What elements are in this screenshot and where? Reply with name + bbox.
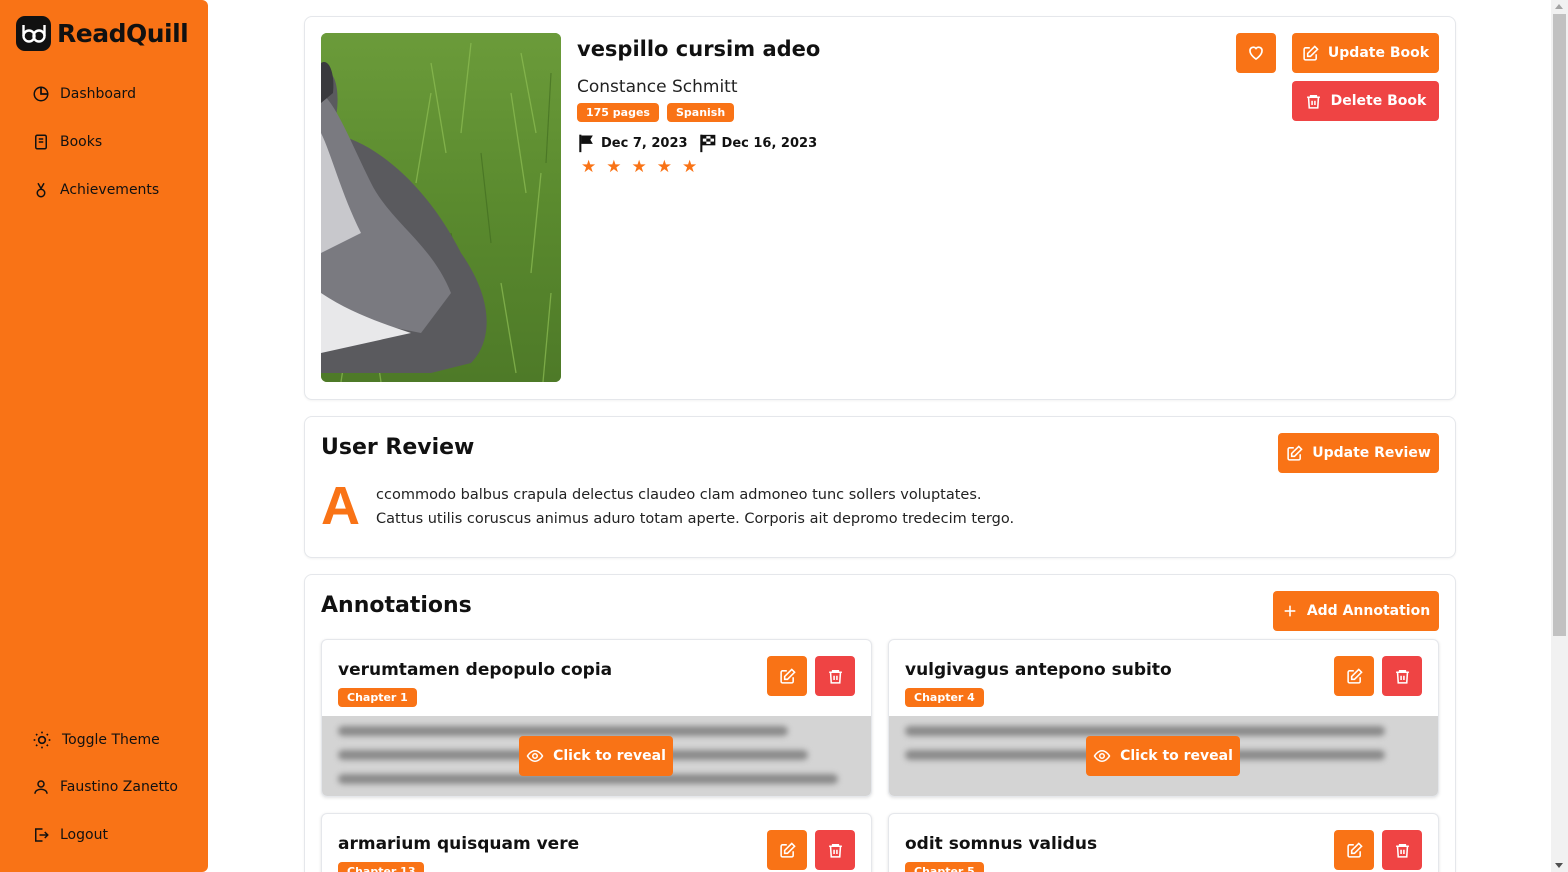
logout-icon	[35, 828, 49, 842]
trash-icon	[828, 843, 842, 858]
page-scrollbar[interactable]	[1551, 0, 1568, 872]
trash-icon	[828, 669, 842, 684]
sidebar-item-achievements[interactable]: Achievements	[32, 181, 159, 199]
chapter-badge: Chapter 4	[905, 688, 984, 707]
pie-chart-icon	[33, 86, 49, 102]
edit-icon	[1287, 444, 1303, 461]
reading-dates: Dec 7, 2023 Dec 16, 2023	[577, 133, 817, 153]
user-name: Faustino Zanetto	[60, 779, 178, 795]
annotations-card: Annotations Add Annotation verumtamen de…	[304, 574, 1456, 872]
reveal-annotation-button[interactable]: Click to reveal	[1086, 736, 1240, 776]
add-annotation-button[interactable]: Add Annotation	[1273, 591, 1439, 631]
user-profile[interactable]: Faustino Zanetto	[32, 778, 178, 796]
annotation-card: verumtamen depopulo copia Chapter 1 Clic…	[321, 639, 872, 797]
annotation-title: armarium quisquam vere	[338, 834, 580, 854]
annotation-card: armarium quisquam vere Chapter 13	[321, 813, 872, 872]
finish-date: Dec 16, 2023	[721, 135, 818, 151]
book-details-card: vespillo cursim adeo Constance Schmitt 1…	[304, 16, 1456, 400]
plus-icon	[1284, 605, 1296, 617]
medal-icon	[36, 182, 46, 198]
annotation-card: vulgivagus antepono subito Chapter 4 Cli…	[888, 639, 1439, 797]
annotations-section-title: Annotations	[321, 593, 472, 618]
user-icon	[34, 780, 48, 794]
edit-annotation-button[interactable]	[1334, 656, 1374, 696]
delete-annotation-button[interactable]	[815, 830, 855, 870]
sidebar-item-dashboard[interactable]: Dashboard	[32, 85, 136, 103]
delete-annotation-button[interactable]	[1382, 830, 1422, 870]
hidden-annotation-content: Click to reveal	[889, 716, 1438, 796]
chapter-badge: Chapter 5	[905, 862, 984, 872]
scrollbar-thumb[interactable]	[1553, 14, 1566, 636]
chapter-badge: Chapter 13	[338, 862, 425, 872]
sidebar-item-label: Achievements	[60, 182, 160, 198]
trash-icon	[1395, 843, 1409, 858]
annotation-title: vulgivagus antepono subito	[905, 660, 1172, 680]
delete-annotation-button[interactable]	[815, 656, 855, 696]
pages-badge: 175 pages	[577, 103, 659, 122]
logout-label: Logout	[60, 827, 108, 843]
flag-icon	[579, 134, 593, 153]
sidebar: ReadQuill Dashboard Books Achievements T…	[0, 0, 208, 872]
star-icon: ★	[682, 157, 698, 177]
edit-icon	[779, 841, 796, 858]
annotation-card: odit somnus validus Chapter 5	[888, 813, 1439, 872]
edit-icon	[1346, 667, 1363, 684]
book-author: Constance Schmitt	[577, 77, 738, 97]
star-icon: ★	[656, 157, 672, 177]
book-badges: 175 pages Spanish	[577, 103, 735, 122]
rating-stars: ★ ★ ★ ★ ★	[581, 157, 697, 177]
review-line: Cattus utilis coruscus animus aduro tota…	[376, 511, 1015, 527]
edit-icon	[779, 667, 796, 684]
edit-annotation-button[interactable]	[1334, 830, 1374, 870]
reveal-annotation-button[interactable]: Click to reveal	[519, 736, 673, 776]
trash-icon	[1306, 94, 1320, 109]
delete-annotation-button[interactable]	[1382, 656, 1422, 696]
language-badge: Spanish	[666, 103, 735, 122]
star-icon: ★	[631, 157, 647, 177]
update-book-button[interactable]: Update Book	[1292, 33, 1439, 73]
update-review-button[interactable]: Update Review	[1278, 433, 1439, 473]
sidebar-item-books[interactable]: Books	[32, 133, 102, 151]
star-icon: ★	[606, 157, 622, 177]
annotation-title: odit somnus validus	[905, 834, 1098, 854]
edit-annotation-button[interactable]	[767, 830, 807, 870]
annotation-title: verumtamen depopulo copia	[338, 660, 613, 680]
book-cover-image	[321, 33, 561, 382]
logout-button[interactable]: Logout	[32, 826, 108, 844]
edit-icon	[1303, 44, 1319, 61]
app-name: ReadQuill	[57, 19, 189, 48]
edit-icon	[1346, 841, 1363, 858]
review-dropcap: A	[321, 476, 360, 536]
sidebar-item-label: Books	[60, 134, 103, 150]
star-icon: ★	[581, 157, 597, 177]
sidebar-item-label: Dashboard	[60, 86, 136, 102]
scroll-down-icon[interactable]	[1555, 863, 1563, 868]
delete-book-button[interactable]: Delete Book	[1292, 81, 1439, 121]
readquill-logo-icon	[16, 16, 51, 51]
heart-icon	[1249, 46, 1263, 60]
edit-annotation-button[interactable]	[767, 656, 807, 696]
toggle-theme-label: Toggle Theme	[62, 732, 160, 748]
hidden-annotation-content: Click to reveal	[322, 716, 871, 796]
book-icon	[35, 134, 47, 150]
review-section-title: User Review	[321, 435, 475, 460]
sun-icon	[33, 731, 51, 749]
book-title: vespillo cursim adeo	[577, 37, 821, 61]
eye-icon	[526, 749, 544, 763]
review-line: ccommodo balbus crapula delectus claudeo…	[376, 487, 982, 503]
brand[interactable]: ReadQuill	[16, 16, 189, 51]
start-date: Dec 7, 2023	[601, 135, 688, 151]
toggle-theme-button[interactable]: Toggle Theme	[32, 730, 160, 750]
scroll-up-icon[interactable]	[1555, 4, 1563, 9]
review-text: ccommodo balbus crapula delectus claudeo…	[376, 483, 1096, 531]
checkered-flag-icon	[699, 134, 715, 153]
trash-icon	[1395, 669, 1409, 684]
favorite-button[interactable]	[1236, 33, 1276, 73]
user-review-card: User Review Update Review A ccommodo bal…	[304, 416, 1456, 558]
eye-icon	[1093, 749, 1111, 763]
chapter-badge: Chapter 1	[338, 688, 417, 707]
